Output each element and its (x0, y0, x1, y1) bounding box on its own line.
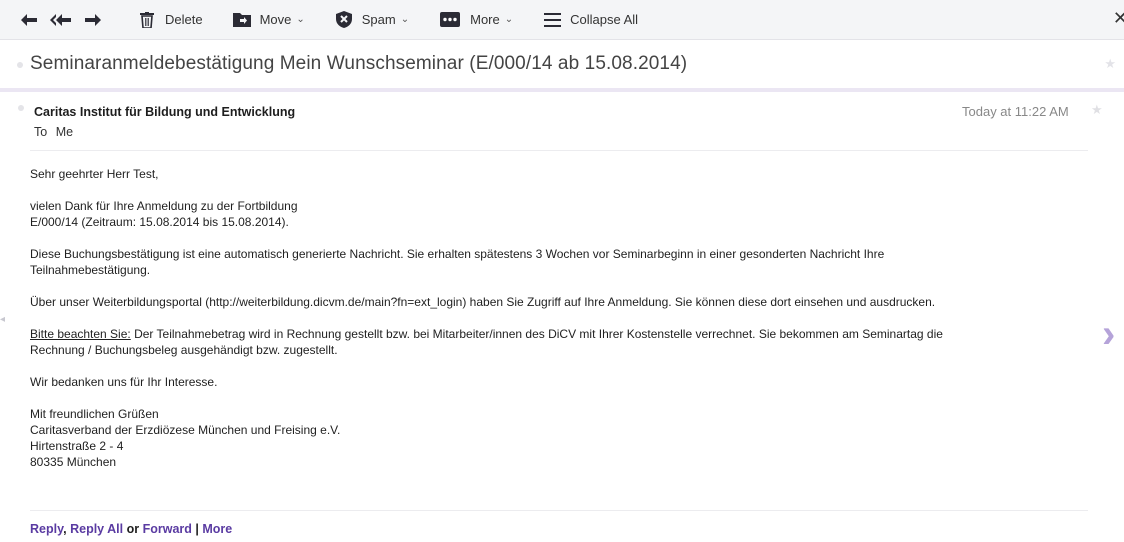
or-label: or (126, 522, 140, 536)
spam-button[interactable]: Spam ⌄ (335, 7, 409, 33)
ellipsis-icon (439, 11, 461, 29)
reply-all-link[interactable]: Reply All (70, 522, 123, 536)
chevron-down-icon: ⌄ (504, 14, 514, 25)
reply-icon[interactable] (16, 8, 42, 32)
greeting: Sehr geehrter Herr Test, (30, 167, 159, 181)
notice-text: Der Teilnahmebetrag wird in Rechnung ges… (130, 327, 943, 341)
forward-link[interactable]: Forward (143, 522, 192, 536)
unread-dot-icon (18, 105, 24, 111)
divider (30, 150, 1088, 151)
reply-link[interactable]: Reply (30, 522, 63, 536)
move-button[interactable]: Move ⌄ (232, 7, 305, 33)
chevron-right-icon[interactable]: › (1102, 314, 1115, 354)
collapse-all-label: Collapse All (570, 12, 639, 27)
recipient-name[interactable]: Me (56, 125, 73, 139)
chevron-down-icon: ⌄ (400, 14, 410, 25)
more-label: More (470, 12, 500, 27)
separator: | (195, 522, 199, 536)
body-text: Rechnung / Buchungsbeleg ausgehändigt bz… (30, 343, 338, 357)
close-icon[interactable]: ✕ (1113, 8, 1124, 29)
list-icon (543, 11, 561, 29)
star-icon[interactable]: ★ (1091, 102, 1103, 118)
divider (30, 510, 1088, 511)
forward-icon[interactable] (80, 8, 106, 32)
timestamp: Today at 11:22 AM (962, 104, 1069, 119)
spam-label: Spam (361, 12, 396, 27)
move-label: Move (259, 12, 292, 27)
star-icon[interactable]: ★ (1104, 56, 1116, 72)
collapse-all-button[interactable]: Collapse All (543, 7, 638, 33)
delete-button[interactable]: Delete (138, 7, 203, 33)
signature-line: Hirtenstraße 2 - 4 (30, 439, 124, 453)
subject-row: Seminaranmeldebestätigung Mein Wunschsem… (0, 40, 1124, 90)
recipient-row: To Me (34, 125, 73, 139)
subject-title: Seminaranmeldebestätigung Mein Wunschsem… (30, 53, 688, 74)
more-link[interactable]: More (202, 522, 232, 536)
body-text: E/000/14 (Zeitraum: 15.08.2014 bis 15.08… (30, 215, 289, 229)
folder-icon (232, 11, 251, 29)
signature-line: Caritasverband der Erzdiözese München un… (30, 423, 341, 437)
body-text: vielen Dank für Ihre Anmeldung zu der Fo… (30, 199, 298, 213)
message-body: Sehr geehrter Herr Test, vielen Dank für… (30, 166, 1090, 470)
body-text: Bitte beachten Sie: Der Teilnahmebetrag … (30, 326, 1090, 342)
divider (0, 88, 1124, 92)
unread-dot-icon (17, 62, 23, 68)
sender-name[interactable]: Caritas Institut für Bildung und Entwick… (34, 105, 295, 119)
previous-message-icon[interactable]: ◂ (0, 314, 5, 325)
body-text: Teilnahmebestätigung. (30, 263, 151, 277)
body-text: Über unser Weiterbildungsportal (http://… (30, 295, 936, 309)
chevron-down-icon: ⌄ (296, 14, 305, 25)
body-text: Wir bedanken uns für Ihr Interesse. (30, 375, 218, 389)
toolbar: Delete Move ⌄ Spam ⌄ More ⌄ Collapse All… (0, 0, 1124, 40)
more-button[interactable]: More ⌄ (439, 7, 513, 33)
trash-icon (138, 11, 156, 29)
shield-icon (335, 11, 353, 29)
signature-line: Mit freundlichen Grüßen (30, 407, 159, 421)
reply-actions: Reply, Reply All or Forward | More (30, 522, 232, 536)
separator: , (63, 522, 67, 536)
notice-label: Bitte beachten Sie: (30, 327, 131, 341)
delete-label: Delete (165, 12, 203, 27)
to-label: To (34, 125, 48, 139)
body-text: Diese Buchungsbestätigung ist eine autom… (30, 247, 885, 261)
reply-all-icon[interactable] (48, 8, 74, 32)
signature-line: 80335 München (30, 455, 117, 469)
